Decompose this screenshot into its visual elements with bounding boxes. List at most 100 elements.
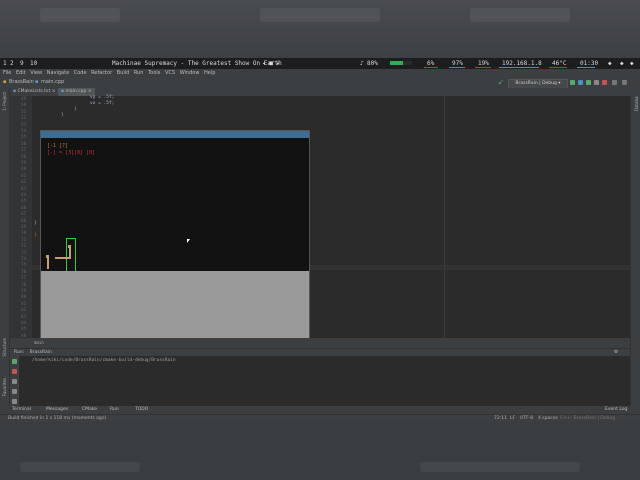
run-toolbar <box>10 356 19 407</box>
line-number: 49 <box>21 96 26 101</box>
line-number: 66 <box>21 204 26 210</box>
enemy-sprite <box>47 258 49 269</box>
line-number: 81 <box>21 300 26 306</box>
cmake-tool-button[interactable]: CMake <box>82 406 97 414</box>
blurred-element <box>20 462 140 472</box>
line-number: 83 <box>21 313 26 319</box>
debug-icon[interactable] <box>578 80 583 85</box>
player-hitbox <box>66 238 76 273</box>
line-number: 61 <box>21 172 26 178</box>
pin-icon[interactable] <box>12 389 17 394</box>
restore-layout-icon[interactable] <box>12 379 17 384</box>
breadcrumb-project[interactable]: BrassRain <box>9 79 34 85</box>
tray-icon[interactable]: ◆ <box>630 58 634 69</box>
menu-bar: File Edit View Navigate Code Refactor Bu… <box>0 69 640 78</box>
right-margin-guide <box>444 96 445 348</box>
stop-icon[interactable] <box>602 80 607 85</box>
cmake-file-icon: ▪ <box>13 89 17 94</box>
run-label: Run: <box>14 350 25 355</box>
tray-icon[interactable]: ◆ <box>620 58 624 69</box>
menu-view[interactable]: View <box>30 70 42 76</box>
function-breadcrumb[interactable]: main <box>34 340 44 345</box>
volume-icon[interactable]: ♪ <box>360 58 364 69</box>
terminal-tool-button[interactable]: Terminal <box>12 406 31 414</box>
todo-tool-button[interactable]: TODO <box>135 406 148 414</box>
menu-edit[interactable]: Edit <box>16 70 26 76</box>
menu-help[interactable]: Help <box>204 70 215 76</box>
event-log-button[interactable]: Event Log <box>605 406 627 414</box>
line-number: 50 <box>21 102 26 108</box>
menu-file[interactable]: File <box>3 70 11 76</box>
menu-window[interactable]: Window <box>180 70 200 76</box>
line-number: 55 <box>21 134 26 140</box>
menu-navigate[interactable]: Navigate <box>47 70 69 76</box>
line-number: 75 <box>21 262 26 268</box>
run-panel-header: Run: BrassRain ⚙ <box>10 349 630 356</box>
line-number: 68 <box>21 217 26 223</box>
stop-icon[interactable] <box>12 369 17 374</box>
sprite-beam <box>55 257 71 259</box>
breadcrumb-file[interactable]: main.cpp <box>41 79 64 85</box>
line-number: 70 <box>21 230 26 236</box>
line-number: 58 <box>21 153 26 159</box>
temp-underline <box>549 67 567 68</box>
menu-build[interactable]: Build <box>117 70 130 76</box>
settings-icon[interactable] <box>612 80 617 85</box>
line-number: 69 <box>21 224 26 229</box>
line-number: 78 <box>21 281 26 287</box>
run-tab-brassrain[interactable]: BrassRain <box>30 350 52 355</box>
line-number: 63 <box>21 185 26 191</box>
folder-icon: ▪ <box>3 79 7 85</box>
line-number: 59 <box>21 160 26 165</box>
menu-refactor[interactable]: Refactor <box>91 70 112 76</box>
desktop-background-top <box>0 0 640 58</box>
volume-value: 80% <box>367 60 378 67</box>
menu-vcs[interactable]: VCS <box>165 70 175 76</box>
blurred-element <box>470 8 570 22</box>
structure-tool-tab[interactable]: Structure <box>2 338 7 357</box>
search-icon[interactable] <box>622 80 627 85</box>
favorites-tool-tab[interactable]: Favorites <box>2 378 7 396</box>
code-line: } <box>34 233 37 238</box>
tab-cmakelists[interactable]: ▪ CMakeLists.txt × <box>10 88 59 96</box>
project-tool-tab[interactable]: 1: Project <box>2 92 7 111</box>
system-topbar: 1 2 9 10 Machinae Supremacy - The Greate… <box>0 58 640 69</box>
tab-label: CMakeLists.txt <box>17 89 51 94</box>
left-tool-strip: 1: Project Structure Favorites <box>0 88 10 408</box>
right-tool-strip: Database <box>630 88 640 408</box>
line-number: 53 <box>21 121 26 127</box>
editor-breadcrumb-footer: main <box>10 338 630 348</box>
run-tool-button[interactable]: Run <box>110 406 119 414</box>
rerun-icon[interactable] <box>12 359 17 364</box>
line-number: 82 <box>21 307 26 313</box>
run-output: /home/kiki/code/BrassRain/cmake-build-de… <box>32 358 176 363</box>
run-icon[interactable] <box>570 80 575 85</box>
game-hud-line: [-] = [3][0] [0] <box>47 150 96 156</box>
game-window-titlebar[interactable] <box>41 131 309 138</box>
messages-tool-button[interactable]: Messages <box>46 406 68 414</box>
media-controls[interactable]: ◂ ■ ▸ <box>262 58 280 69</box>
workspace-10[interactable]: 10 <box>30 58 37 69</box>
workspace-2[interactable]: 2 <box>10 58 14 69</box>
profile-icon[interactable] <box>594 80 599 85</box>
workspace-9[interactable]: 9 <box>20 58 24 69</box>
workspace-1[interactable]: 1 <box>3 58 7 69</box>
code-line: } <box>34 221 37 226</box>
code-line: vy = .5f; <box>90 95 115 100</box>
line-number: 85 <box>21 326 26 332</box>
close-icon[interactable] <box>12 399 17 404</box>
menu-run[interactable]: Run <box>134 70 144 76</box>
game-hud-line: [-1 [?] <box>47 143 69 149</box>
line-number: 76 <box>21 268 26 274</box>
coverage-icon[interactable] <box>586 80 591 85</box>
build-icon[interactable]: ↙ <box>498 78 504 86</box>
menu-code[interactable]: Code <box>74 70 87 76</box>
line-number: 67 <box>21 211 26 217</box>
code-line: } <box>74 107 77 112</box>
tray-icon[interactable]: ◆ <box>608 58 612 69</box>
menu-tools[interactable]: Tools <box>148 70 160 76</box>
line-number: 79 <box>21 288 26 293</box>
game-window[interactable]: [-1 [?] [-] = [3][0] [0] <box>40 130 310 340</box>
file-icon: ▪ <box>35 79 39 85</box>
settings-icon[interactable]: ⚙ <box>614 349 618 356</box>
